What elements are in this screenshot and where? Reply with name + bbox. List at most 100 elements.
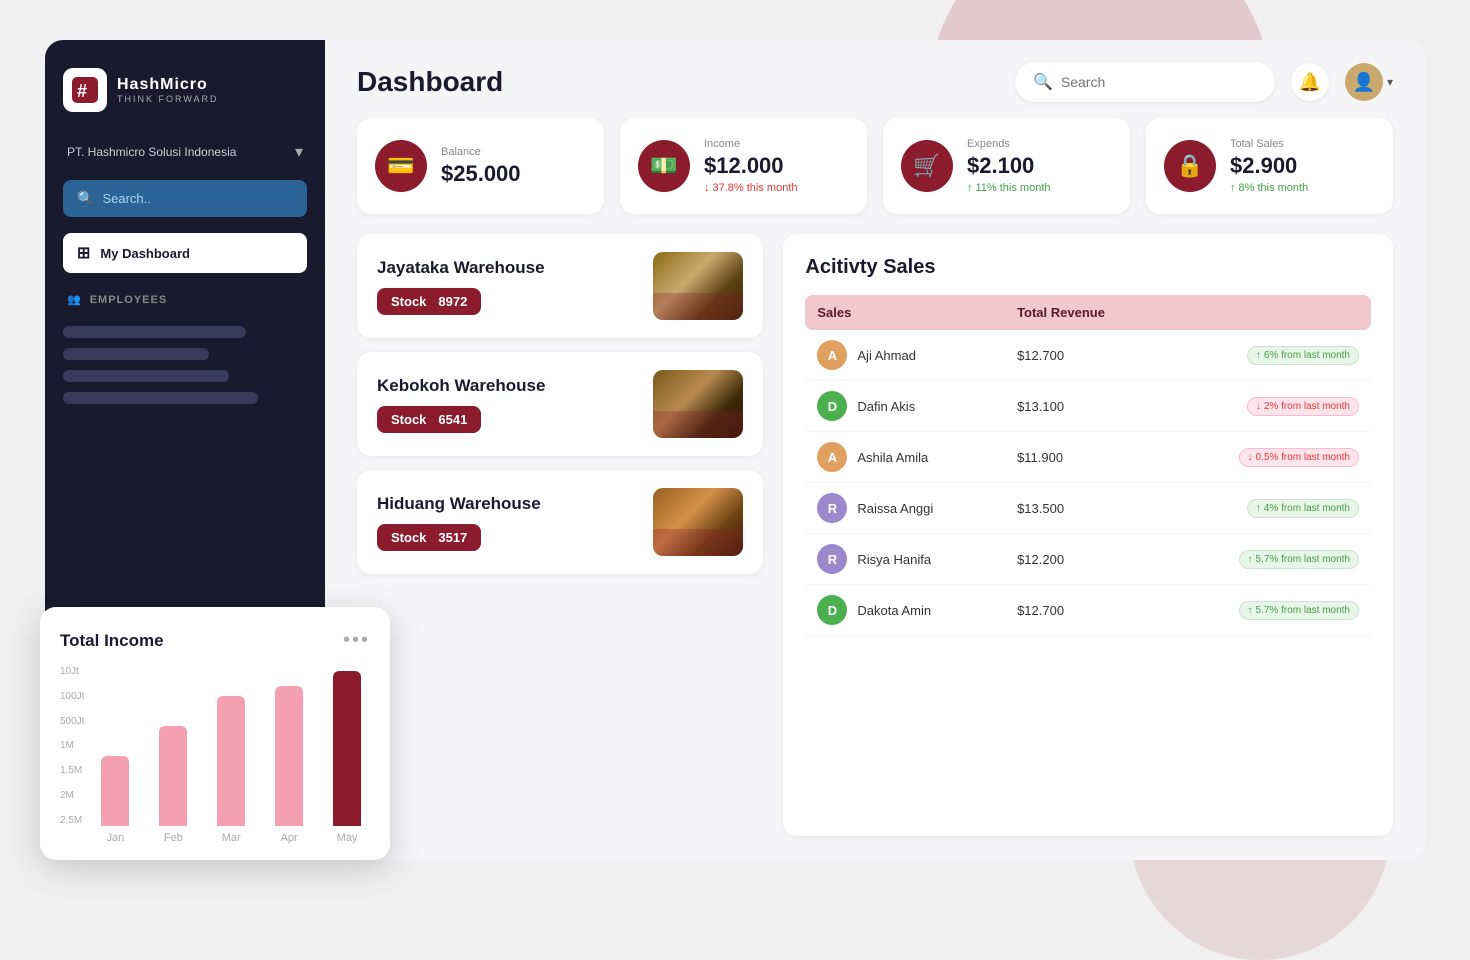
stock-badge-hiduang: Stock 3517: [377, 524, 481, 551]
income-value: $12.000: [704, 153, 798, 179]
chart-bar: [333, 671, 361, 826]
sales-person-cell: R Risya Hanifa: [805, 534, 1005, 585]
warehouse-img-kebokoh: [653, 370, 743, 438]
page-title: Dashboard: [357, 66, 503, 98]
change-badge: ↓ 2% from last month: [1247, 397, 1359, 416]
chart-bar: [275, 686, 303, 826]
skeleton-bar-4: [63, 392, 258, 404]
chart-x-labels: JanFebMarAprMay: [92, 832, 370, 844]
revenue-cell: $13.500: [1005, 483, 1165, 534]
expends-icon: 🛒: [901, 140, 953, 192]
chart-bar-group: [150, 726, 196, 826]
revenue-cell: $13.100: [1005, 381, 1165, 432]
expends-change: ↑ 11% this month: [967, 182, 1051, 194]
table-row: D Dafin Akis $13.100 ↓ 2% from last mont…: [805, 381, 1371, 432]
x-axis-label: Jan: [92, 832, 138, 844]
total-sales-value: $2.900: [1230, 153, 1308, 179]
stat-card-expends: 🛒 Expends $2.100 ↑ 11% this month: [883, 118, 1130, 214]
chart-bars-wrapper: JanFebMarAprMay: [92, 666, 370, 844]
person-name: Raissa Anggi: [857, 501, 933, 516]
change-badge: ↓ 0.5% from last month: [1239, 448, 1359, 467]
down-arrow-icon: ↓: [1256, 401, 1261, 412]
x-axis-label: Apr: [266, 832, 312, 844]
employees-icon: 👥: [67, 293, 82, 306]
warehouse-card-kebokoh: Kebokoh Warehouse Stock 6541: [357, 352, 763, 456]
sidebar-item-my-dashboard[interactable]: ⊞ My Dashboard: [63, 233, 307, 273]
bottom-section: Jayataka Warehouse Stock 8972 Kebo: [357, 234, 1393, 836]
col-header-sales: Sales: [805, 295, 1005, 330]
balance-icon: 💳: [375, 140, 427, 192]
up-arrow-icon: ↑: [967, 182, 973, 194]
table-row: A Ashila Amila $11.900 ↓ 0.5% from last …: [805, 432, 1371, 483]
main-area: Dashboard 🔍 🔔 👤 ▾: [325, 40, 1425, 860]
sidebar-skeleton: [63, 326, 307, 404]
up-arrow-icon: ↑: [1256, 503, 1261, 514]
chart-bar-group: [92, 756, 138, 826]
chart-bar-group: [208, 696, 254, 826]
chart-bar: [101, 756, 129, 826]
stat-card-income: 💵 Income $12.000 ↓ 37.8% this month: [620, 118, 867, 214]
warehouse-info-hiduang: Hiduang Warehouse Stock 3517: [377, 494, 541, 551]
chart-options-button[interactable]: •••: [343, 629, 370, 652]
stock-badge-jayataka: Stock 8972: [377, 288, 481, 315]
person-name: Dakota Amin: [857, 603, 931, 618]
down-arrow-icon: ↓: [704, 182, 710, 194]
person-avatar: A: [817, 442, 847, 472]
header-right: 🔍 🔔 👤 ▾: [1015, 62, 1393, 102]
chart-bar-group: [266, 686, 312, 826]
x-axis-label: Feb: [150, 832, 196, 844]
chart-area: 2,5M2M1,5M1M500Jt100Jt10Jt JanFebMarAprM…: [60, 666, 370, 844]
change-cell: ↑ 5.7% from last month: [1165, 585, 1371, 636]
person-avatar: R: [817, 544, 847, 574]
skeleton-bar-1: [63, 326, 246, 338]
y-axis-label: 1M: [60, 740, 84, 751]
up-arrow-icon: ↑: [1256, 350, 1261, 361]
total-sales-info: Total Sales $2.900 ↑ 8% this month: [1230, 138, 1308, 194]
expends-label: Expends: [967, 138, 1051, 150]
header-search-input[interactable]: [1061, 74, 1257, 90]
dashboard-icon: ⊞: [77, 243, 90, 263]
stat-card-balance: 💳 Balance $25.000: [357, 118, 604, 214]
up-arrow-icon: ↑: [1248, 605, 1253, 616]
y-axis-label: 2M: [60, 790, 84, 801]
change-badge: ↑ 4% from last month: [1247, 499, 1359, 518]
change-badge: ↑ 5.7% from last month: [1239, 601, 1359, 620]
chevron-down-icon: ▾: [295, 142, 303, 162]
y-axis-label: 500Jt: [60, 716, 84, 727]
company-selector[interactable]: PT. Hashmicro Solusi Indonesia ▾: [63, 140, 307, 164]
avatar-button[interactable]: 👤: [1345, 63, 1383, 101]
header: Dashboard 🔍 🔔 👤 ▾: [325, 40, 1425, 118]
change-cell: ↓ 2% from last month: [1165, 381, 1371, 432]
balance-info: Balance $25.000: [441, 146, 521, 187]
avatar-chevron-icon: ▾: [1387, 75, 1393, 89]
sales-person-cell: R Raissa Anggi: [805, 483, 1005, 534]
y-axis-label: 2,5M: [60, 815, 84, 826]
stat-card-total-sales: 🔒 Total Sales $2.900 ↑ 8% this month: [1146, 118, 1393, 214]
income-change: ↓ 37.8% this month: [704, 182, 798, 194]
x-axis-label: Mar: [208, 832, 254, 844]
activity-sales-title: Acitivty Sales: [805, 256, 1371, 279]
income-icon: 💵: [638, 140, 690, 192]
warehouse-name-hiduang: Hiduang Warehouse: [377, 494, 541, 514]
header-search-icon: 🔍: [1033, 72, 1053, 92]
table-row: D Dakota Amin $12.700 ↑ 5.7% from last m…: [805, 585, 1371, 636]
chart-bar: [217, 696, 245, 826]
warehouse-info-jayataka: Jayataka Warehouse Stock 8972: [377, 258, 545, 315]
revenue-cell: $12.700: [1005, 585, 1165, 636]
warehouse-card-jayataka: Jayataka Warehouse Stock 8972: [357, 234, 763, 338]
logo-brand: HashMicro: [117, 76, 219, 94]
sales-person-cell: D Dakota Amin: [805, 585, 1005, 636]
avatar-wrapper: 👤 ▾: [1345, 63, 1393, 101]
y-axis-label: 10Jt: [60, 666, 84, 677]
change-cell: ↑ 6% from last month: [1165, 330, 1371, 381]
avatar-image: 👤: [1353, 72, 1375, 93]
total-sales-icon: 🔒: [1164, 140, 1216, 192]
person-avatar: R: [817, 493, 847, 523]
notification-button[interactable]: 🔔: [1291, 63, 1329, 101]
logo: # HashMicro THINK FORWARD: [63, 64, 307, 124]
table-row: A Aji Ahmad $12.700 ↑ 6% from last month: [805, 330, 1371, 381]
income-info: Income $12.000 ↓ 37.8% this month: [704, 138, 798, 194]
skeleton-bar-2: [63, 348, 209, 360]
person-avatar: D: [817, 391, 847, 421]
sidebar-search-input[interactable]: [102, 191, 293, 206]
